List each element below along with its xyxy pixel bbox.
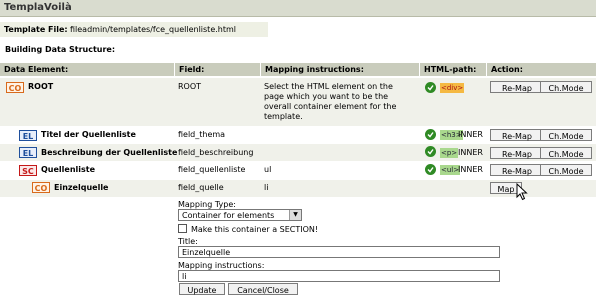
mapping-type-label: Mapping Type: (178, 200, 236, 209)
col-header-action: Action: (487, 63, 596, 76)
building-heading: Building Data Structure: (5, 45, 116, 54)
cancel-close-button[interactable]: Cancel/Close (228, 283, 298, 295)
col-header-field: Field: (175, 63, 260, 76)
mapping-instructions-input[interactable]: li (178, 270, 500, 282)
mapping-type-select[interactable]: Container for elements ▼ (178, 209, 302, 221)
mapping-instructions-label: Mapping instructions: (178, 261, 265, 270)
remap-button[interactable]: Re-Map (490, 81, 544, 93)
remap-button[interactable]: Re-Map (490, 147, 544, 159)
element-badge: EL (19, 147, 37, 158)
chmode-button[interactable]: Ch.Mode (540, 147, 592, 159)
dropdown-arrow-icon[interactable]: ▼ (289, 210, 301, 220)
container-badge: CO (6, 82, 24, 93)
field-name: ROOT (178, 82, 202, 91)
col-header-html-path: HTML-path: (420, 63, 486, 76)
col-header-data-element: Data Element: (0, 63, 174, 76)
html-path-mode: INNER (458, 148, 483, 157)
element-name: Titel der Quellenliste (41, 130, 136, 139)
chmode-button[interactable]: Ch.Mode (540, 164, 592, 176)
section-checkbox-label: Make this container a SECTION! (191, 225, 319, 234)
mapping-instructions-text: li (264, 183, 269, 192)
html-path-mode: INNER (458, 130, 483, 139)
element-name: ROOT (28, 82, 54, 91)
element-name: Beschreibung der Quellenliste (41, 148, 178, 157)
mapping-instructions-text: ul (264, 165, 272, 174)
remap-button[interactable]: Re-Map (490, 129, 544, 141)
container-badge: CO (32, 182, 50, 193)
template-file-label: Template File: (4, 25, 68, 34)
field-name: field_beschreibung (178, 148, 254, 157)
html-path-mode: INNER (458, 165, 483, 174)
mapping-type-value: Container for elements (182, 211, 275, 220)
title-input[interactable]: Einzelquelle (178, 246, 500, 258)
check-icon (425, 164, 436, 175)
app-title-bar: TemplaVoilà (0, 0, 596, 17)
app-title: TemplaVoilà (4, 2, 72, 13)
check-icon (425, 82, 436, 93)
col-header-mapping-instructions: Mapping instructions: (261, 63, 419, 76)
mouse-cursor-icon (516, 183, 528, 201)
remap-button[interactable]: Re-Map (490, 164, 544, 176)
field-name: field_quellenliste (178, 165, 246, 174)
template-file-value: fileadmin/templates/fce_quellenliste.htm… (70, 25, 237, 34)
html-path-tag: <div> (440, 83, 465, 93)
section-badge: SC (19, 165, 37, 176)
title-input-value: Einzelquelle (182, 248, 231, 257)
element-name: Einzelquelle (54, 183, 109, 192)
element-name: Quellenliste (41, 165, 96, 174)
template-file-bar: Template File: fileadmin/templates/fce_q… (0, 22, 268, 37)
update-button[interactable]: Update (179, 283, 225, 295)
html-path-tag: <p> (440, 148, 459, 158)
title-label: Title: (178, 237, 198, 246)
check-icon (425, 146, 436, 157)
section-checkbox[interactable] (178, 224, 187, 233)
chmode-button[interactable]: Ch.Mode (540, 129, 592, 141)
field-name: field_quelle (178, 183, 224, 192)
mapping-instructions-input-value: li (182, 272, 187, 281)
field-name: field_thema (178, 130, 226, 139)
mapping-instructions-text: Select the HTML element on the page whic… (264, 82, 397, 121)
chmode-button[interactable]: Ch.Mode (540, 81, 592, 93)
element-badge: EL (19, 130, 37, 141)
check-icon (425, 129, 436, 140)
